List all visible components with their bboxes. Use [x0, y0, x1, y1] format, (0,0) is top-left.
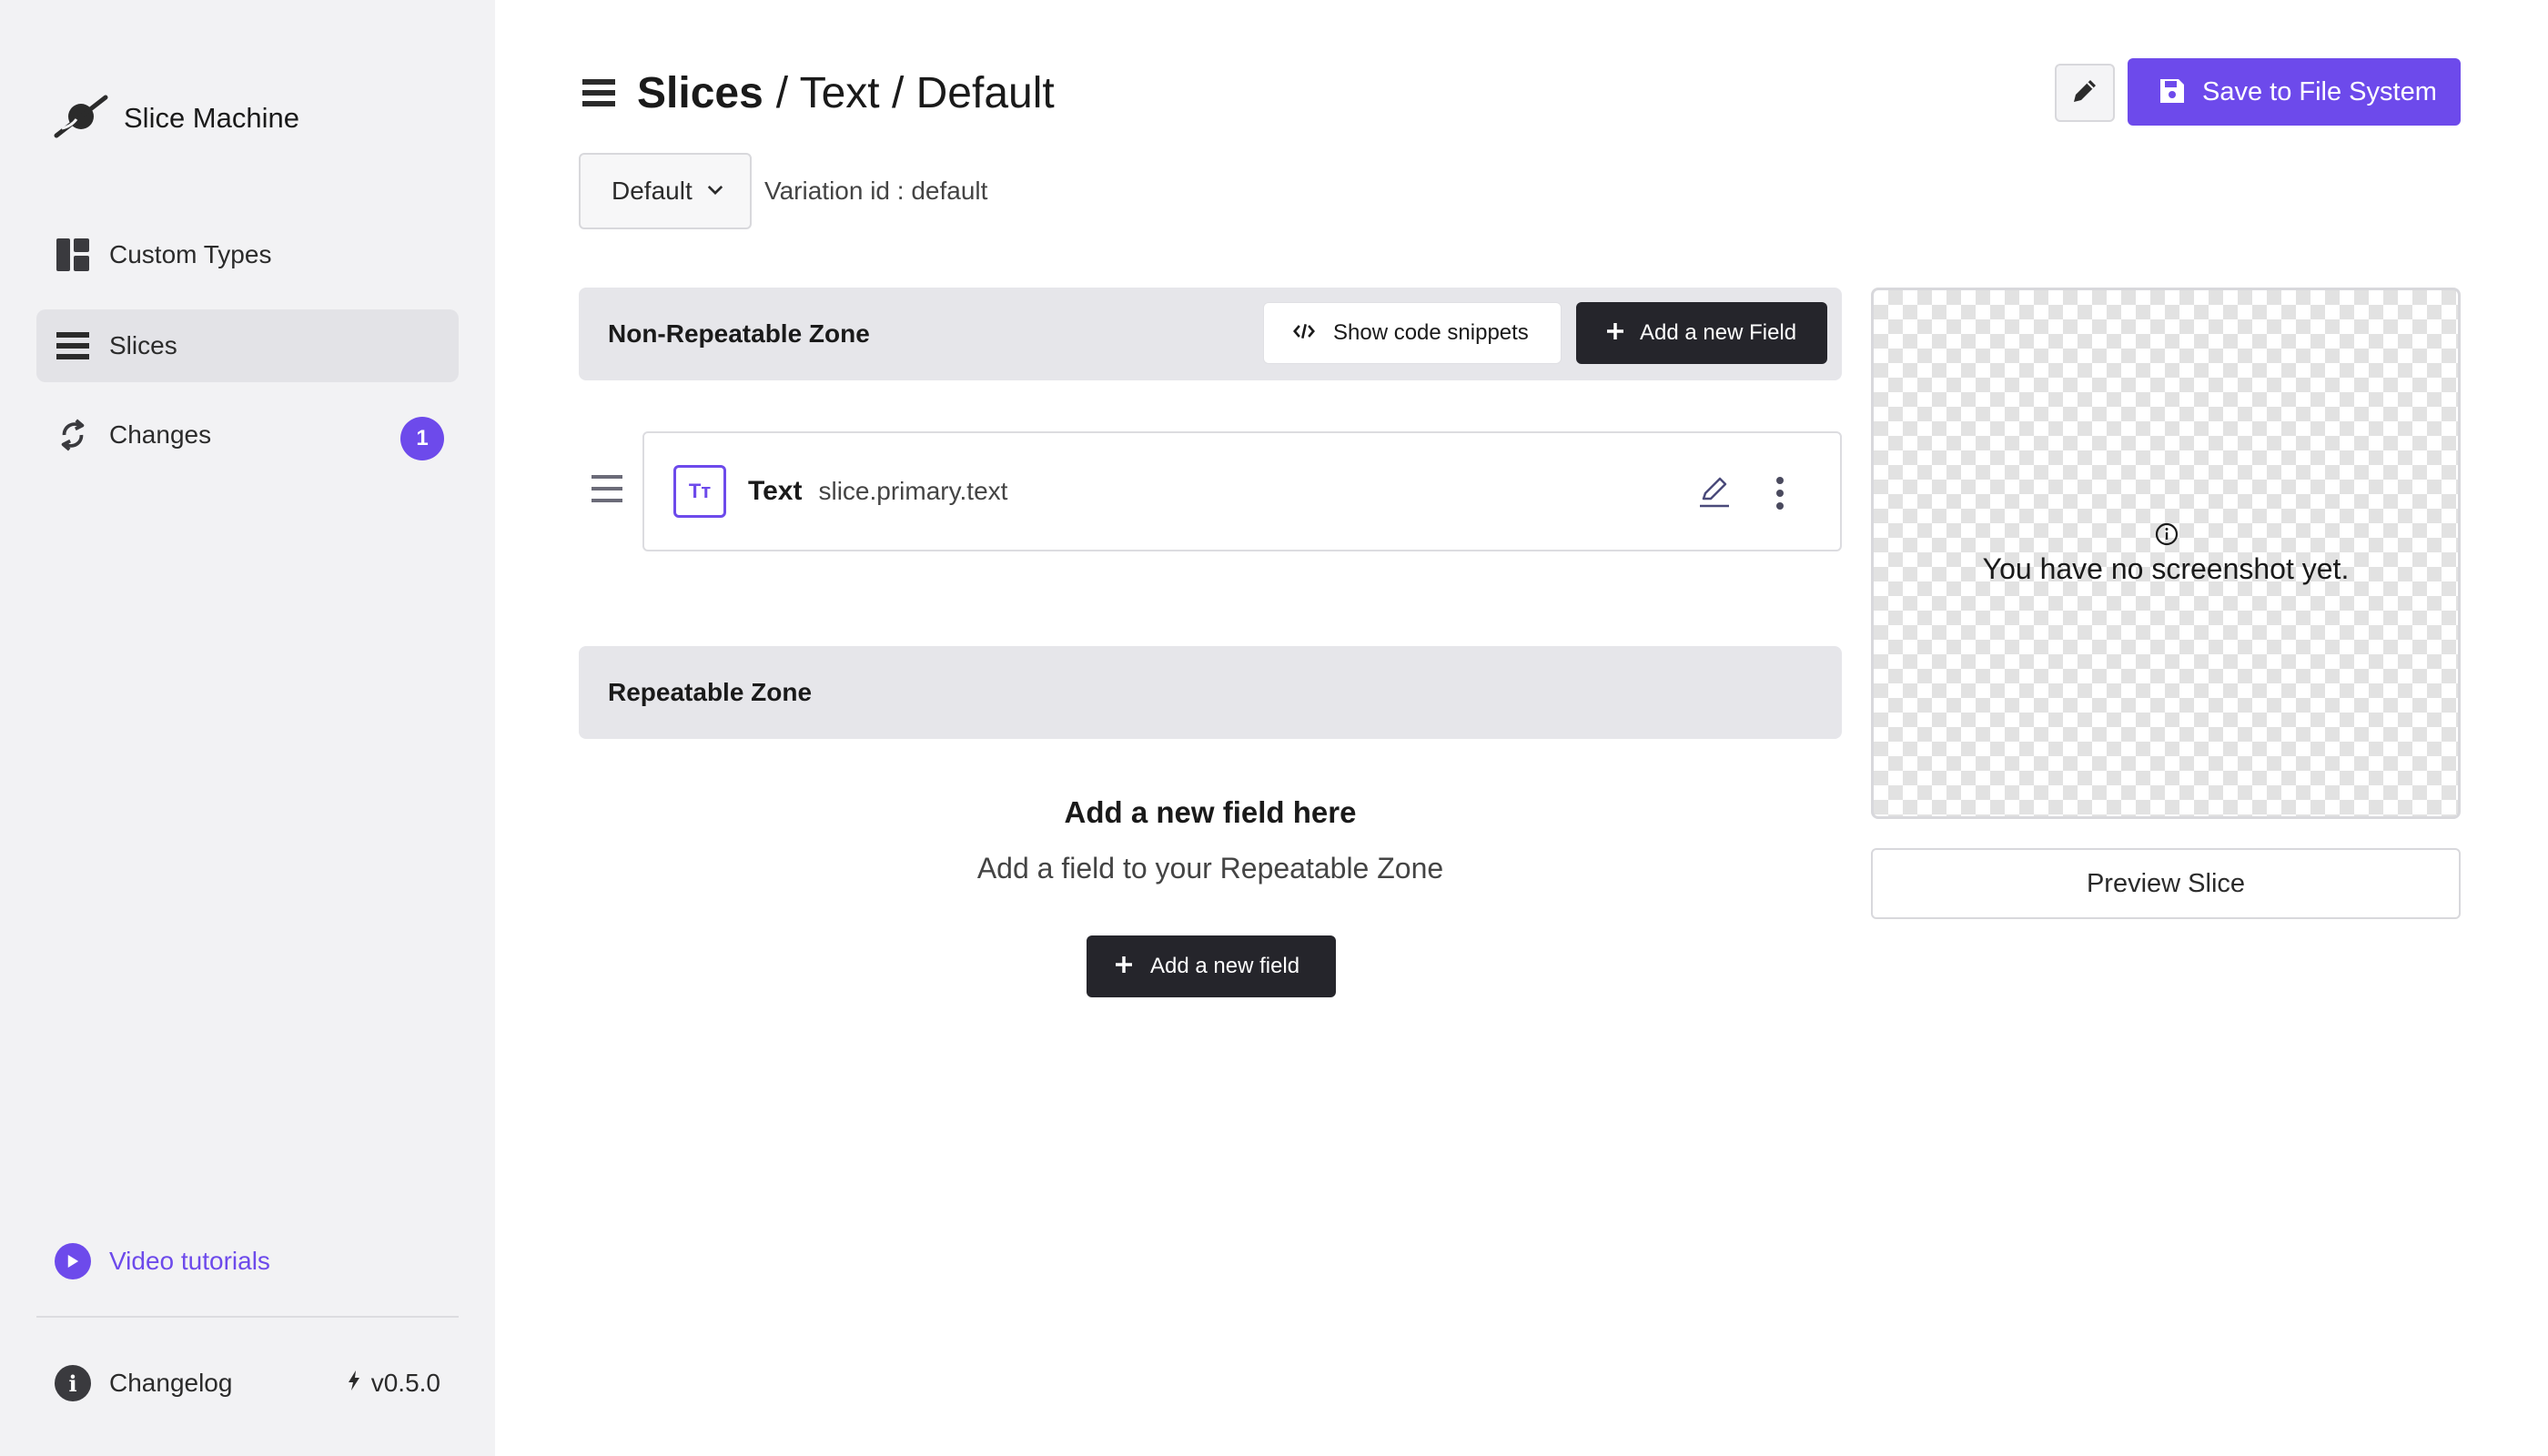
- floppy-disk-icon: [2159, 77, 2186, 107]
- info-circle-icon: [2154, 521, 2179, 547]
- layout-icon: [55, 237, 91, 273]
- variation-dropdown-value: Default: [612, 177, 693, 205]
- screenshot-preview-panel: You have no screenshot yet.: [1871, 288, 2461, 819]
- breadcrumb-path: / Text / Default: [775, 68, 1055, 117]
- pencil-icon: [2070, 76, 2099, 110]
- sidebar-item-custom-types[interactable]: Custom Types: [36, 218, 459, 291]
- video-tutorials-label: Video tutorials: [109, 1247, 270, 1275]
- chevron-down-icon: [707, 183, 723, 199]
- changelog-label: Changelog: [109, 1369, 233, 1397]
- plus-icon: [1605, 321, 1625, 346]
- preview-slice-label: Preview Slice: [2086, 868, 2246, 898]
- changes-count-badge: 1: [400, 417, 444, 460]
- play-icon: [55, 1243, 91, 1279]
- version-label: v0.5.0: [370, 1369, 440, 1397]
- variation-id-text: Variation id : default: [764, 177, 988, 205]
- field-api-key: slice.primary.text: [818, 477, 1008, 505]
- add-new-field-button[interactable]: Add a new Field: [1576, 302, 1827, 364]
- edit-slice-button[interactable]: [2055, 64, 2115, 122]
- breadcrumb-slices-link[interactable]: Slices: [637, 68, 763, 118]
- sidebar-item-changes[interactable]: Changes 1: [36, 399, 459, 471]
- hamburger-icon: [55, 328, 91, 364]
- empty-state-title: Add a new field here: [1064, 795, 1357, 829]
- brand-name: Slice Machine: [124, 102, 299, 134]
- preview-slice-button[interactable]: Preview Slice: [1871, 848, 2461, 919]
- edit-field-pencil-icon[interactable]: [1696, 473, 1733, 510]
- video-tutorials-link[interactable]: Video tutorials: [55, 1243, 270, 1279]
- plus-icon: [1114, 955, 1134, 979]
- zone-title: Non-Repeatable Zone: [608, 319, 870, 348]
- field-row[interactable]: Tт Text slice.primary.text: [642, 431, 1842, 551]
- empty-state-subtitle: Add a field to your Repeatable Zone: [976, 852, 1444, 885]
- version-info: v0.5.0: [348, 1369, 440, 1398]
- info-icon: i: [55, 1365, 91, 1401]
- sidebar-divider: [36, 1316, 459, 1318]
- slice-machine-logo-icon: [53, 92, 109, 146]
- field-name: Text: [748, 476, 803, 506]
- hamburger-icon: [582, 75, 619, 111]
- sidebar-item-label: Custom Types: [109, 240, 272, 268]
- text-type-icon: Tт: [673, 465, 726, 518]
- sidebar-item-slices[interactable]: Slices: [36, 309, 459, 382]
- add-new-field-label: Add a new field: [1150, 954, 1300, 978]
- show-code-snippets-label: Show code snippets: [1333, 320, 1529, 345]
- code-icon: [1293, 322, 1315, 345]
- save-button-label: Save to File System: [2202, 76, 2437, 106]
- repeatable-zone-header: Repeatable Zone: [579, 646, 1842, 739]
- add-new-field-repeatable-button[interactable]: Add a new field: [1087, 935, 1336, 997]
- breadcrumb: Slices / Text / Default: [582, 66, 1055, 120]
- show-code-snippets-button[interactable]: Show code snippets: [1263, 302, 1562, 364]
- sync-icon: [55, 417, 91, 453]
- sidebar-item-label: Changes: [109, 420, 212, 449]
- kebab-menu-icon[interactable]: [1773, 475, 1787, 511]
- bolt-icon: [348, 1370, 360, 1397]
- non-repeatable-zone-header: Non-Repeatable Zone Show code snippets A…: [579, 288, 1842, 380]
- changelog-link[interactable]: i Changelog v0.5.0: [55, 1365, 440, 1401]
- sidebar-item-label: Slices: [109, 331, 177, 359]
- save-to-file-system-button[interactable]: Save to File System: [2128, 58, 2461, 126]
- drag-handle-icon[interactable]: [592, 475, 622, 502]
- no-screenshot-text: You have no screenshot yet.: [1982, 552, 2350, 585]
- brand[interactable]: Slice Machine: [53, 91, 299, 146]
- add-new-field-label: Add a new Field: [1640, 320, 1797, 345]
- zone-title: Repeatable Zone: [608, 678, 813, 706]
- variation-dropdown[interactable]: Default: [579, 153, 752, 229]
- sidebar: Slice Machine Custom Types Slices Change…: [0, 0, 495, 1456]
